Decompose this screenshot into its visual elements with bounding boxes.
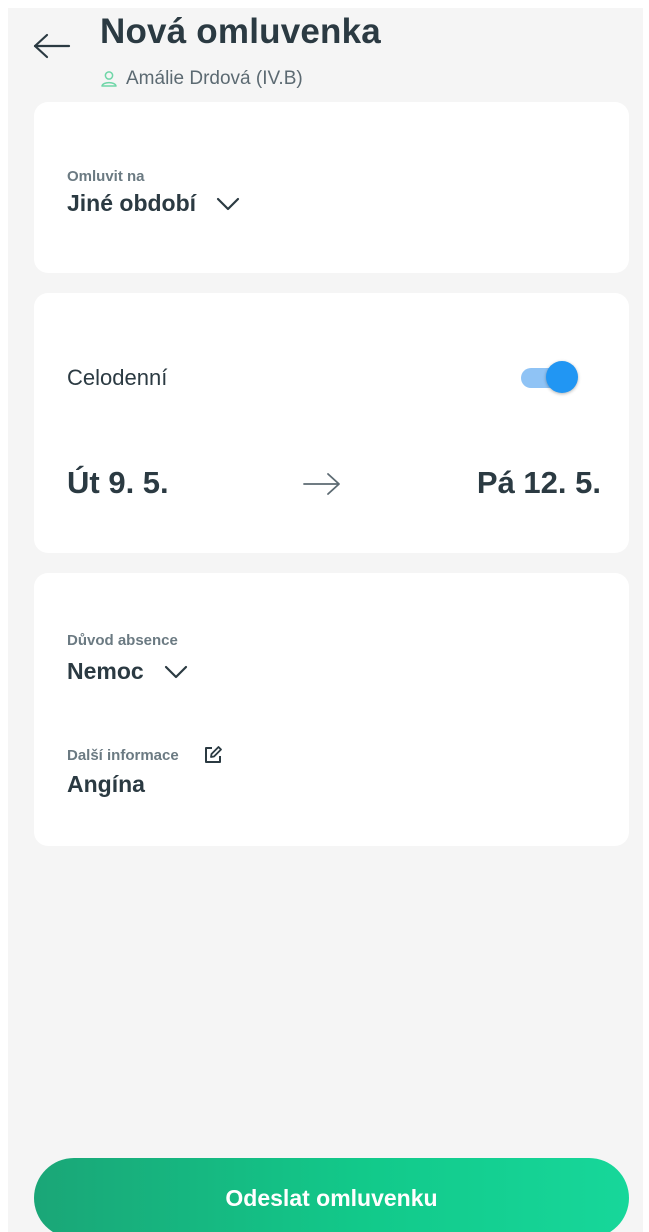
full-day-toggle[interactable] [519,360,581,394]
reason-select[interactable]: Nemoc [67,658,188,685]
date-to[interactable]: Pá 12. 5. [477,465,601,501]
details-value[interactable]: Angína [67,771,145,798]
reason-label: Důvod absence [67,632,178,649]
chevron-down-icon [216,197,240,211]
edit-icon[interactable] [203,745,223,765]
screen: Nová omluvenka Amálie Drdová (IV.B) Omlu… [8,8,643,1232]
student-name: Amálie Drdová (IV.B) [126,68,303,89]
submit-label: Odeslat omluvenku [225,1184,438,1211]
date-from[interactable]: Út 9. 5. [67,465,169,501]
reason-value: Nemoc [67,658,144,684]
details-label-row: Další informace [67,745,223,765]
page-title: Nová omluvenka [100,12,381,51]
excuse-for-value: Jiné období [67,190,197,216]
arrow-right-icon [302,469,342,499]
person-icon [100,70,118,88]
period-card: Celodenní Út 9. 5. Pá 12. 5. [34,293,629,553]
chevron-down-icon [164,665,188,679]
submit-button[interactable]: Odeslat omluvenku [34,1158,629,1232]
details-label: Další informace [67,746,179,764]
student-info: Amálie Drdová (IV.B) [100,68,303,90]
full-day-label: Celodenní [67,365,168,390]
excuse-for-label: Omluvit na [67,168,145,185]
excuse-for-select[interactable]: Jiné období [67,190,240,217]
header: Nová omluvenka Amálie Drdová (IV.B) [8,8,643,102]
reason-card: Důvod absence Nemoc Další informace Angí… [34,573,629,846]
toggle-knob [546,361,578,393]
back-button[interactable] [30,30,74,66]
arrow-left-icon [33,33,71,64]
excuse-for-card: Omluvit na Jiné období [34,102,629,273]
